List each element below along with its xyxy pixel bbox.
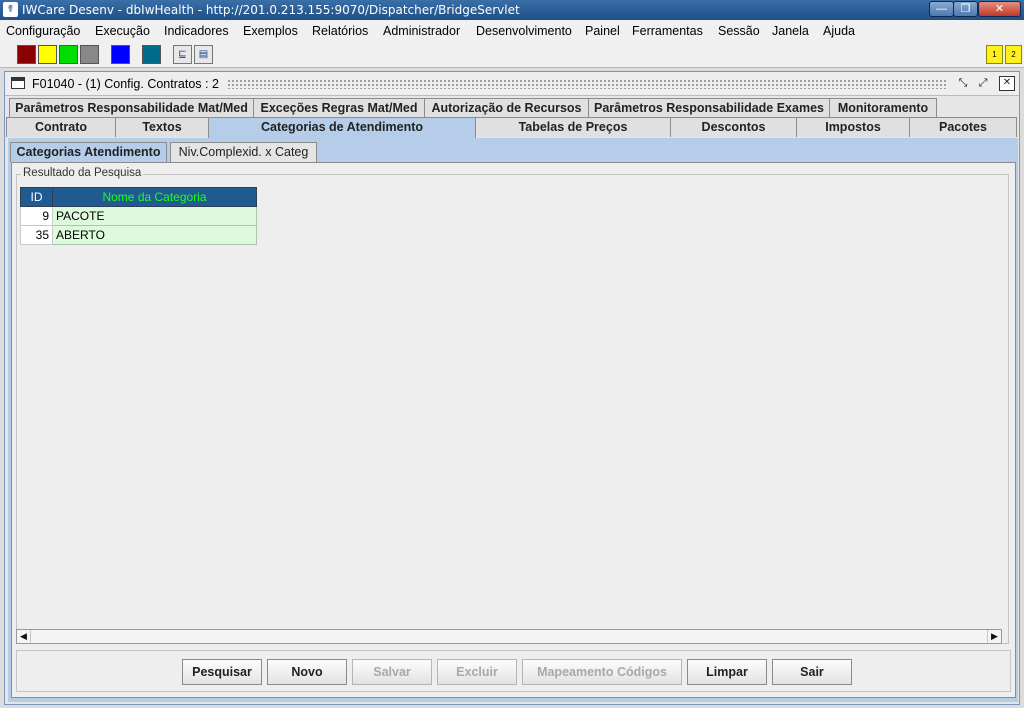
excluir-button[interactable]: Excluir (437, 659, 517, 685)
novo-button[interactable]: Novo (267, 659, 347, 685)
minimize-window-button[interactable]: — (929, 1, 954, 17)
tab-pacotes[interactable]: Pacotes (909, 117, 1017, 137)
tab-textos[interactable]: Textos (115, 117, 209, 137)
subtab-categorias-atendimento[interactable]: Categorias Atendimento (10, 142, 167, 162)
sair-button[interactable]: Sair (772, 659, 852, 685)
tab-descontos[interactable]: Descontos (670, 117, 797, 137)
cell-id[interactable]: 9 (20, 206, 53, 226)
menu-administrador[interactable]: Administrador (383, 24, 460, 38)
menu-painel[interactable]: Painel (585, 24, 620, 38)
action-button-bar: Pesquisar Novo Salvar Excluir Mapeamento… (16, 650, 1011, 692)
color-button-green[interactable] (59, 45, 78, 64)
menu-bar: Configuração Execução Indicadores Exempl… (0, 20, 1024, 42)
frame-title: F01040 - (1) Config. Contratos : 2 (32, 77, 219, 91)
limpar-button[interactable]: Limpar (687, 659, 767, 685)
cell-id[interactable]: 35 (20, 225, 53, 245)
table-row[interactable]: 35 ABERTO (20, 225, 257, 245)
frame-drag-grip[interactable] (227, 79, 947, 89)
menu-janela[interactable]: Janela (772, 24, 809, 38)
salvar-button[interactable]: Salvar (352, 659, 432, 685)
toolbar: ⊑ ▤ 1 2 (0, 42, 1024, 68)
tab-contrato[interactable]: Contrato (6, 117, 116, 137)
tree-icon[interactable]: ⊑ (173, 45, 192, 64)
menu-execucao[interactable]: Execução (95, 24, 150, 38)
menu-desenvolvimento[interactable]: Desenvolvimento (476, 24, 572, 38)
color-button-yellow[interactable] (38, 45, 57, 64)
indicator-2-button[interactable]: 2 (1005, 45, 1022, 64)
subtab-niv-complexid[interactable]: Niv.Complexid. x Categ (170, 142, 317, 162)
results-groupbox: Resultado da Pesquisa ID Nome da Categor… (16, 167, 1009, 644)
tab-monitoramento[interactable]: Monitoramento (829, 98, 937, 118)
internal-frame: F01040 - (1) Config. Contratos : 2 ⤡ ⤢ ✕… (4, 71, 1020, 705)
tab-excecoes-regras[interactable]: Exceções Regras Mat/Med (253, 98, 425, 118)
color-button-blue[interactable] (111, 45, 130, 64)
column-header-nome[interactable]: Nome da Categoria (52, 187, 257, 207)
color-button-gray[interactable] (80, 45, 99, 64)
column-header-id[interactable]: ID (20, 187, 53, 207)
menu-sessao[interactable]: Sessão (718, 24, 760, 38)
mapeamento-codigos-button[interactable]: Mapeamento Códigos (522, 659, 682, 685)
tab-tabelas-precos[interactable]: Tabelas de Preços (475, 117, 671, 137)
pesquisar-button[interactable]: Pesquisar (182, 659, 262, 685)
window-titlebar: ☤ IWCare Desenv - dbIwHealth - http://20… (0, 0, 1024, 20)
app-icon: ☤ (3, 2, 18, 17)
results-legend: Resultado da Pesquisa (21, 167, 144, 179)
maximize-window-button[interactable]: ❐ (953, 1, 978, 17)
menu-indicadores[interactable]: Indicadores (164, 24, 229, 38)
menu-configuracao[interactable]: Configuração (6, 24, 80, 38)
frame-window-icon (11, 77, 25, 89)
cell-name[interactable]: ABERTO (52, 225, 257, 245)
table-row[interactable]: 9 PACOTE (20, 206, 257, 226)
window-list-icon[interactable]: ▤ (194, 45, 213, 64)
tab-autorizacao-recursos[interactable]: Autorização de Recursos (424, 98, 589, 118)
menu-relatorios[interactable]: Relatórios (312, 24, 368, 38)
menu-exemplos[interactable]: Exemplos (243, 24, 298, 38)
color-button-teal[interactable] (142, 45, 161, 64)
horizontal-scrollbar[interactable]: ◀ ▶ (16, 629, 1002, 644)
color-button-darkred[interactable] (17, 45, 36, 64)
tab-param-resp-matmed[interactable]: Parâmetros Responsabilidade Mat/Med (9, 98, 254, 118)
menu-ajuda[interactable]: Ajuda (823, 24, 855, 38)
frame-minimize-icon[interactable]: ⤡ (955, 76, 971, 91)
frame-maximize-icon[interactable]: ⤢ (975, 76, 991, 91)
frame-titlebar: F01040 - (1) Config. Contratos : 2 ⤡ ⤢ ✕ (5, 72, 1019, 96)
indicator-1-button[interactable]: 1 (986, 45, 1003, 64)
results-table: ID Nome da Categoria 9 PACOTE 35 ABERTO (20, 187, 257, 245)
window-title: IWCare Desenv - dbIwHealth - http://201.… (22, 3, 520, 17)
cell-name[interactable]: PACOTE (52, 206, 257, 226)
menu-ferramentas[interactable]: Ferramentas (632, 24, 703, 38)
tab-param-resp-exames[interactable]: Parâmetros Responsabilidade Exames (588, 98, 830, 118)
scroll-left-icon[interactable]: ◀ (17, 630, 31, 643)
tab-categorias-atendimento[interactable]: Categorias de Atendimento (208, 117, 476, 139)
frame-close-icon[interactable]: ✕ (999, 76, 1015, 91)
tab-impostos[interactable]: Impostos (796, 117, 910, 137)
scroll-right-icon[interactable]: ▶ (987, 630, 1001, 643)
close-window-button[interactable]: ✕ (978, 1, 1021, 17)
categorias-subpanel: Resultado da Pesquisa ID Nome da Categor… (11, 162, 1016, 698)
